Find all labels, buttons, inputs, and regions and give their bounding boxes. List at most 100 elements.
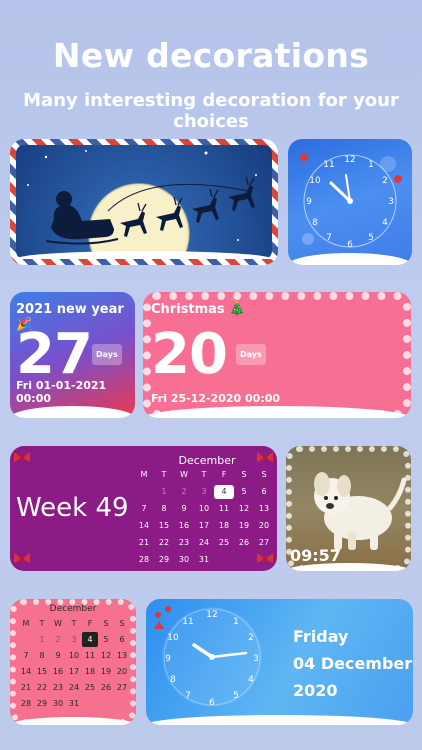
calendar-day: 9 <box>55 651 61 660</box>
calendar-day: 5 <box>241 487 247 496</box>
calendar-day: 4 <box>214 485 234 499</box>
ribbon-bow-icon <box>14 553 30 563</box>
airmail-santa-widget[interactable] <box>10 139 278 265</box>
calendar-day: 3 <box>71 635 77 644</box>
calendar-day: 22 <box>158 538 170 547</box>
clock-num-10: 10 <box>167 633 179 643</box>
calendar-day: 15 <box>36 667 48 676</box>
calendar-day: 23 <box>52 683 64 692</box>
header-subtitle: Many interesting decoration for your cho… <box>23 90 399 132</box>
calendar-day: 20 <box>116 667 128 676</box>
weekday-header: T <box>71 619 77 628</box>
calendar-day: 1 <box>39 635 45 644</box>
christmas-countdown-widget[interactable]: Christmas 🎄 20 Days Fri 25-12-2020 00:00 <box>143 292 411 418</box>
calendar-day: 17 <box>198 521 210 530</box>
calendar-day: 26 <box>100 683 112 692</box>
calendar-day: 29 <box>158 555 170 564</box>
date-display: Friday 04 December 2020 <box>293 623 412 704</box>
calendar-day: 21 <box>20 683 32 692</box>
clock-face: 12 1 2 3 4 5 6 7 8 9 10 11 <box>154 606 262 708</box>
calendar-day: 25 <box>218 538 230 547</box>
clock-num-4: 4 <box>382 218 388 228</box>
week-calendar-widget[interactable]: Week 49 December M T W T F S S 1 2 3 4 5 6 7 8 9 10 11 12 1… <box>10 446 277 571</box>
calendar-day: 20 <box>258 521 270 530</box>
clock-num-2: 2 <box>382 176 388 186</box>
weekday-header: W <box>54 619 62 628</box>
clock-num-9: 9 <box>165 654 171 664</box>
calendar-day: 23 <box>178 538 190 547</box>
clock-num-5: 5 <box>233 691 239 701</box>
calendar-day: 8 <box>39 651 45 660</box>
weekday-header: M <box>22 619 30 628</box>
clock-num-7: 7 <box>185 691 191 701</box>
date-weekday: Friday <box>293 627 349 646</box>
analog-clock-widget[interactable]: 12 1 2 3 4 5 6 7 8 9 10 11 <box>288 139 412 265</box>
clock-date-widget[interactable]: 12 1 2 3 4 5 6 7 8 9 10 11 Friday 04 Dec… <box>146 599 413 725</box>
pink-calendar-widget[interactable]: December M T W T F S S 1 2 3 4 5 6 7 8 9 10 11 12 13 14 15 16 1… <box>10 599 136 725</box>
calendar-day: 18 <box>84 667 96 676</box>
countdown-date: Fri 01-01-2021 00:00 <box>16 379 107 405</box>
calendar-day: 16 <box>52 667 64 676</box>
calendar-day: 26 <box>238 538 250 547</box>
calendar-day: 11 <box>84 651 96 660</box>
calendar-day <box>18 632 34 647</box>
countdown-unit: Days <box>92 344 122 365</box>
calendar-day <box>134 485 154 499</box>
clock-num-3: 3 <box>388 197 394 207</box>
clock-num-12: 12 <box>206 610 217 620</box>
date-day-month: 04 December <box>293 654 413 673</box>
clock-num-3: 3 <box>253 654 259 664</box>
calendar-day: 12 <box>100 651 112 660</box>
weekday-header: S <box>261 470 267 479</box>
photo-time: 09:57 <box>290 546 341 565</box>
weekday-header: T <box>201 470 207 479</box>
calendar-day: 16 <box>178 521 190 530</box>
calendar-day: 13 <box>258 504 270 513</box>
weekday-header: F <box>87 619 93 628</box>
calendar-day: 7 <box>141 504 147 513</box>
photo-clock-widget[interactable]: 09:57 <box>286 446 411 571</box>
clock-num-5: 5 <box>368 233 374 243</box>
calendar-day: 14 <box>20 667 32 676</box>
calendar-day: 18 <box>218 521 230 530</box>
clock-num-11: 11 <box>182 617 193 627</box>
calendar-month: December <box>178 454 236 467</box>
weekday-header: T <box>39 619 45 628</box>
header-title: New decorations <box>52 36 370 75</box>
clock-num-8: 8 <box>170 675 176 685</box>
calendar-day: 7 <box>23 651 29 660</box>
calendar-day: 22 <box>36 683 48 692</box>
new-year-countdown-widget[interactable]: 2021 new year 🎉 27 Days Fri 01-01-2021 0… <box>10 292 135 418</box>
calendar-day: 27 <box>258 538 270 547</box>
weekday-header: F <box>221 470 227 479</box>
clock-num-11: 11 <box>323 160 334 170</box>
calendar-day: 28 <box>138 555 150 564</box>
week-number-label: Week 49 <box>16 493 129 523</box>
countdown-number: 20 <box>151 322 228 387</box>
calendar-day: 5 <box>103 635 109 644</box>
calendar-day: 30 <box>52 699 64 708</box>
clock-num-12: 12 <box>344 155 355 165</box>
countdown-unit: Days <box>236 344 266 365</box>
calendar-day: 2 <box>181 487 187 496</box>
calendar-day: 29 <box>36 699 48 708</box>
ribbon-bow-icon <box>14 452 30 462</box>
clock-num-7: 7 <box>326 233 332 243</box>
clock-num-4: 4 <box>248 675 254 685</box>
calendar-day: 4 <box>82 632 98 647</box>
calendar-day: 19 <box>238 521 250 530</box>
calendar-day: 15 <box>158 521 170 530</box>
weekday-header: S <box>241 470 247 479</box>
weekday-header: M <box>140 470 148 479</box>
clock-num-1: 1 <box>368 160 374 170</box>
calendar-day: 17 <box>68 667 80 676</box>
calendar-day: 9 <box>181 504 187 513</box>
clock-face: 12 1 2 3 4 5 6 7 8 9 10 11 <box>300 153 402 250</box>
snow-ground <box>10 406 135 418</box>
snow-ground <box>10 717 136 725</box>
countdown-date: Fri 25-12-2020 00:00 <box>151 392 281 405</box>
clock-num-8: 8 <box>312 218 318 228</box>
calendar-day: 14 <box>138 521 150 530</box>
calendar-grid: M T W T F S S 1 2 3 4 5 6 7 8 9 10 11 12 13 14 15 16 17 18 19 20 21… <box>134 468 274 567</box>
calendar-day: 13 <box>116 651 128 660</box>
